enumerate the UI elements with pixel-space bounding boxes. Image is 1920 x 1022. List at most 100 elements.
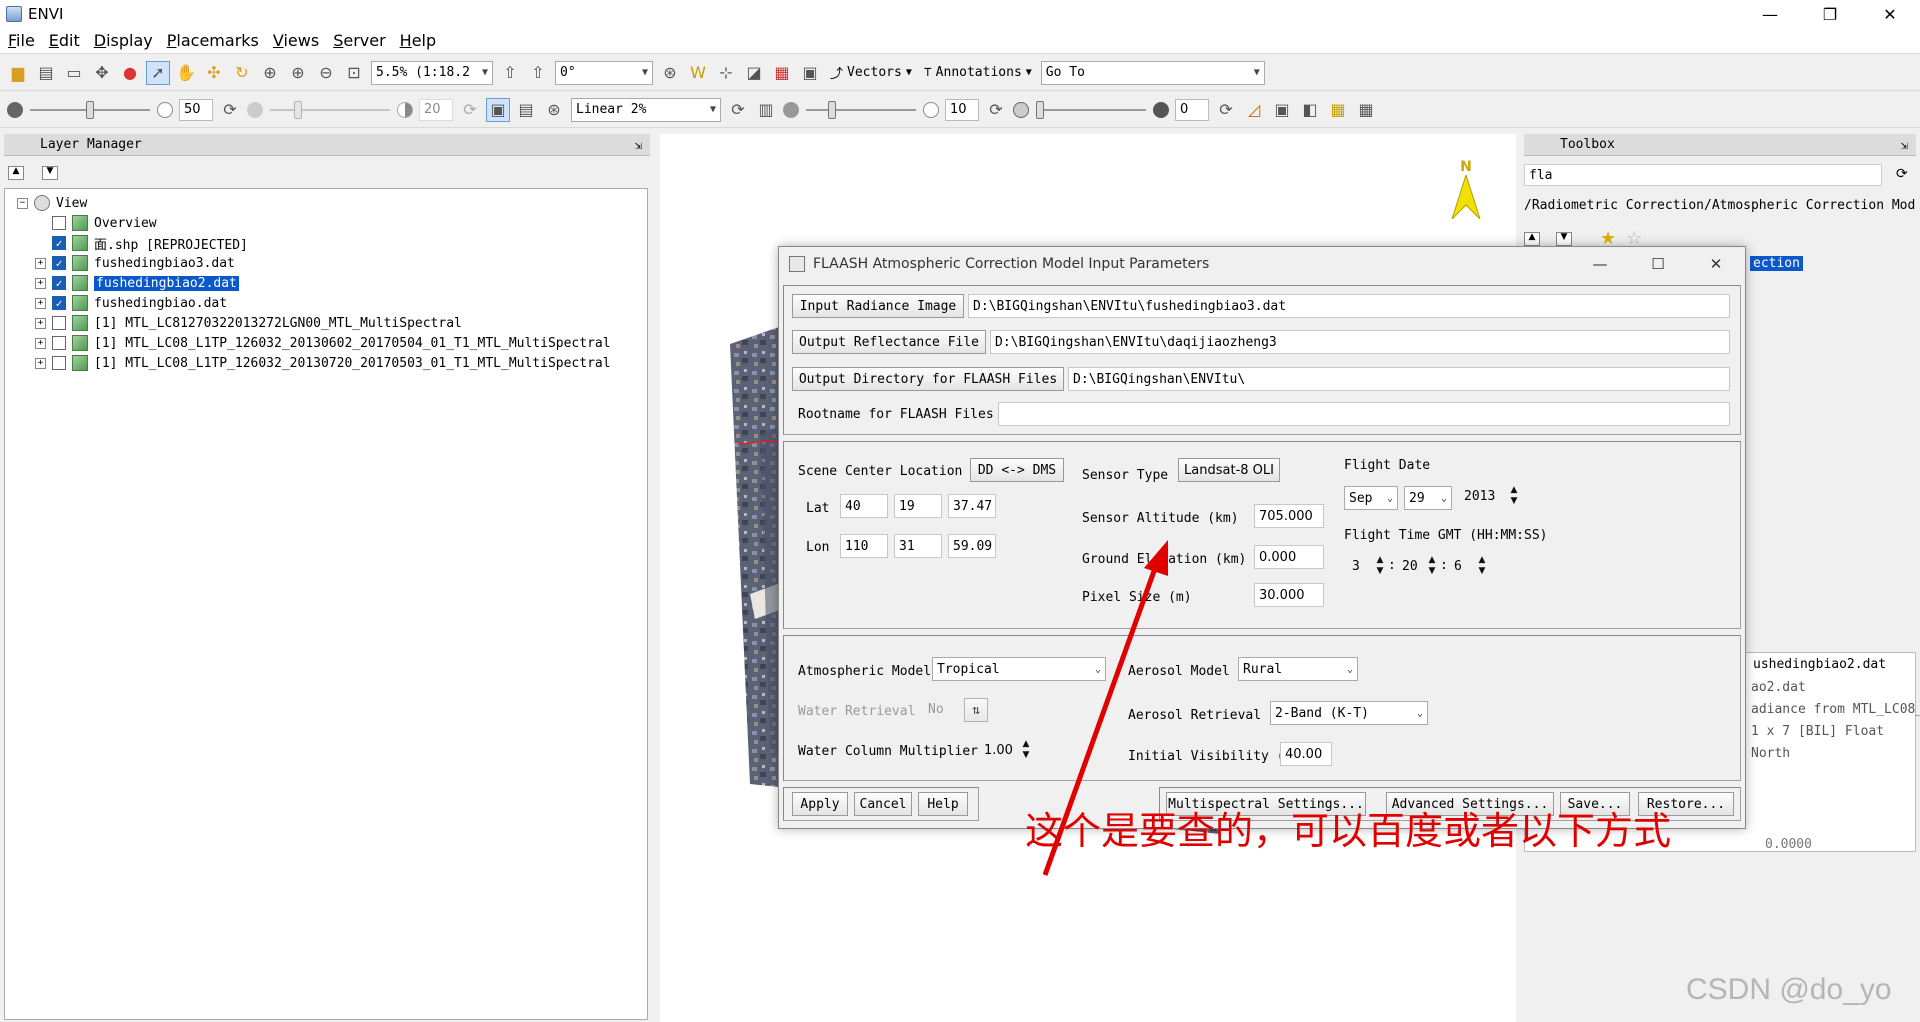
toolbox-selected-item[interactable]: ection xyxy=(1750,256,1803,271)
expand-icon[interactable]: + xyxy=(35,317,46,329)
zoom-out-icon[interactable]: ⊖ xyxy=(314,61,338,85)
water-column-spinner-icon[interactable]: ▲ ▼ xyxy=(1020,739,1032,761)
flight-day-select[interactable]: 29 ⌄ xyxy=(1404,486,1452,510)
menu-edit[interactable]: Edit xyxy=(49,31,80,50)
ground-elevation-field[interactable]: 0.000 xyxy=(1254,545,1324,569)
input-radiance-button[interactable]: Input Radiance Image xyxy=(792,294,964,318)
layer-visibility-checkbox[interactable] xyxy=(52,216,66,230)
layer-visibility-checkbox[interactable]: ✓ xyxy=(52,236,66,250)
stretch-type-icon[interactable]: ▣ xyxy=(486,97,510,122)
layout-3-icon[interactable]: ▦ xyxy=(1354,98,1378,122)
layer-visibility-checkbox[interactable] xyxy=(52,356,66,370)
display-icon[interactable]: ▭ xyxy=(62,61,86,85)
toolbox-float-icon[interactable]: ⇲ xyxy=(1901,138,1908,152)
initial-visibility-field[interactable]: 40.00 xyxy=(1280,742,1332,766)
lon-min-field[interactable]: 31 xyxy=(894,534,942,558)
toolbox-search-input[interactable]: fla xyxy=(1524,164,1882,186)
flight-month-select[interactable]: Sep ⌄ xyxy=(1344,486,1398,510)
expand-icon[interactable]: + xyxy=(35,337,46,349)
layout-2-icon[interactable]: ▦ xyxy=(1326,98,1350,122)
output-directory-field[interactable]: D:\BIGQingshan\ENVItu\ xyxy=(1068,367,1730,391)
lat-sec-field[interactable]: 37.47 xyxy=(948,494,996,518)
layer-visibility-checkbox[interactable]: ✓ xyxy=(52,256,66,270)
menu-file[interactable]: File xyxy=(8,31,35,50)
cancel-button[interactable]: Cancel xyxy=(854,792,912,816)
layer-item[interactable]: + ✓ fushedingbiao2.dat xyxy=(17,273,611,293)
transparency-value[interactable]: 0 xyxy=(1175,98,1209,121)
pan-hand-icon[interactable]: ✋ xyxy=(174,61,198,85)
minimize-button[interactable]: — xyxy=(1740,0,1800,28)
collapse-all-icon[interactable]: ▲ xyxy=(8,166,24,180)
expand-all-icon[interactable]: ▼ xyxy=(42,166,58,180)
expand-icon[interactable]: + xyxy=(35,297,46,309)
water-column-field[interactable]: 1.00 xyxy=(980,738,1020,762)
dialog-maximize-button[interactable]: ☐ xyxy=(1629,247,1687,281)
data-manager-icon[interactable]: ▤ xyxy=(34,61,58,85)
lat-deg-field[interactable]: 40 xyxy=(840,494,888,518)
roi-icon[interactable]: ▦ xyxy=(770,61,794,85)
vectors-dropdown[interactable]: ⤴ Vectors ▼ xyxy=(830,63,912,82)
layer-visibility-checkbox[interactable] xyxy=(52,336,66,350)
crosshair-icon[interactable]: ✥ xyxy=(90,61,114,85)
flight-mm-field[interactable]: 20 xyxy=(1398,554,1428,578)
flight-mm-spinner-icon[interactable]: ▲ ▼ xyxy=(1426,555,1438,577)
flight-year-field[interactable]: 2013 xyxy=(1460,484,1506,508)
rootname-field[interactable] xyxy=(998,402,1730,426)
tree-view-root[interactable]: − View xyxy=(17,193,611,213)
contrast-value[interactable]: 20 xyxy=(419,98,453,121)
transparency-slider[interactable] xyxy=(1036,98,1146,122)
menu-server[interactable]: Server xyxy=(333,31,385,50)
brightness-value[interactable]: 50 xyxy=(179,98,213,121)
close-button[interactable]: ✕ xyxy=(1860,0,1920,28)
stretch-full-icon[interactable]: ⊛ xyxy=(542,98,566,122)
open-folder-icon[interactable]: ▆ xyxy=(6,61,30,85)
dialog-close-button[interactable]: ✕ xyxy=(1687,247,1745,281)
panel-float-icon[interactable]: ⇲ xyxy=(635,138,642,152)
cursor-value-icon[interactable]: ⊛ xyxy=(658,61,682,85)
rotate-icon[interactable]: ↻ xyxy=(230,61,254,85)
image-icon[interactable]: ▣ xyxy=(1270,98,1294,122)
reset-contrast-icon[interactable]: ⟳ xyxy=(458,98,482,122)
layer-item[interactable]: + [1] MTL_LC08_L1TP_126032_20130720_20170… xyxy=(17,353,611,373)
sharpen-slider[interactable] xyxy=(806,98,916,122)
zoom-icon[interactable]: ⊕ xyxy=(258,61,282,85)
menu-help[interactable]: Help xyxy=(400,31,436,50)
dialog-minimize-button[interactable]: — xyxy=(1571,247,1629,281)
contrast-slider[interactable] xyxy=(270,98,390,122)
flight-ss-spinner-icon[interactable]: ▲ ▼ xyxy=(1476,555,1488,577)
goto-combo[interactable]: Go To ▼ xyxy=(1040,60,1265,85)
refresh-icon[interactable]: ⟳ xyxy=(1896,166,1908,182)
output-directory-button[interactable]: Output Directory for FLAASH Files xyxy=(792,367,1064,391)
stats-icon[interactable]: ▣ xyxy=(798,61,822,85)
lon-sec-field[interactable]: 59.09 xyxy=(948,534,996,558)
rotation-combo[interactable]: 0° ▼ xyxy=(555,60,653,85)
apply-button[interactable]: Apply xyxy=(792,792,848,816)
zoom-full-icon[interactable]: ⊡ xyxy=(342,61,366,85)
measure-icon[interactable]: ◪ xyxy=(742,61,766,85)
fly-icon[interactable]: ✣ xyxy=(202,61,226,85)
toolbox-expand-icon[interactable]: ▼ xyxy=(1556,231,1572,246)
select-arrow-icon[interactable]: ➚ xyxy=(146,60,170,85)
portal-icon[interactable]: W xyxy=(686,61,710,85)
aerosol-retrieval-select[interactable]: 2-Band (K-T) ⌄ xyxy=(1270,701,1428,725)
layer-item[interactable]: + [1] MTL_LC08_L1TP_126032_20130602_20170… xyxy=(17,333,611,353)
rotate-north-icon[interactable]: ⇧ xyxy=(526,61,550,85)
layer-visibility-checkbox[interactable]: ✓ xyxy=(52,296,66,310)
reset-sharpen-icon[interactable]: ⟳ xyxy=(984,98,1008,122)
expand-icon[interactable]: + xyxy=(35,357,46,369)
sensor-altitude-field[interactable]: 705.000 xyxy=(1254,504,1324,528)
stretch-view-icon[interactable]: ▤ xyxy=(514,98,538,122)
aerosol-model-select[interactable]: Rural ⌄ xyxy=(1238,657,1358,681)
menu-placemarks[interactable]: Placemarks xyxy=(167,31,259,50)
expand-icon[interactable]: + xyxy=(35,277,46,289)
lon-deg-field[interactable]: 110 xyxy=(840,534,888,558)
stretch-combo[interactable]: Linear 2% ▼ xyxy=(571,97,721,122)
flight-ss-field[interactable]: 6 xyxy=(1450,554,1476,578)
histogram-icon[interactable]: ▥ xyxy=(754,98,778,122)
layer-item[interactable]: + [1] MTL_LC81270322013272LGN00_MTL_Multi… xyxy=(17,313,611,333)
layer-item[interactable]: +Overview xyxy=(17,213,611,233)
menu-views[interactable]: Views xyxy=(273,31,319,50)
rotate-view-icon[interactable]: ⇧ xyxy=(498,61,522,85)
flight-year-spinner-icon[interactable]: ▲ ▼ xyxy=(1508,485,1520,507)
output-reflectance-button[interactable]: Output Reflectance File xyxy=(792,330,986,354)
